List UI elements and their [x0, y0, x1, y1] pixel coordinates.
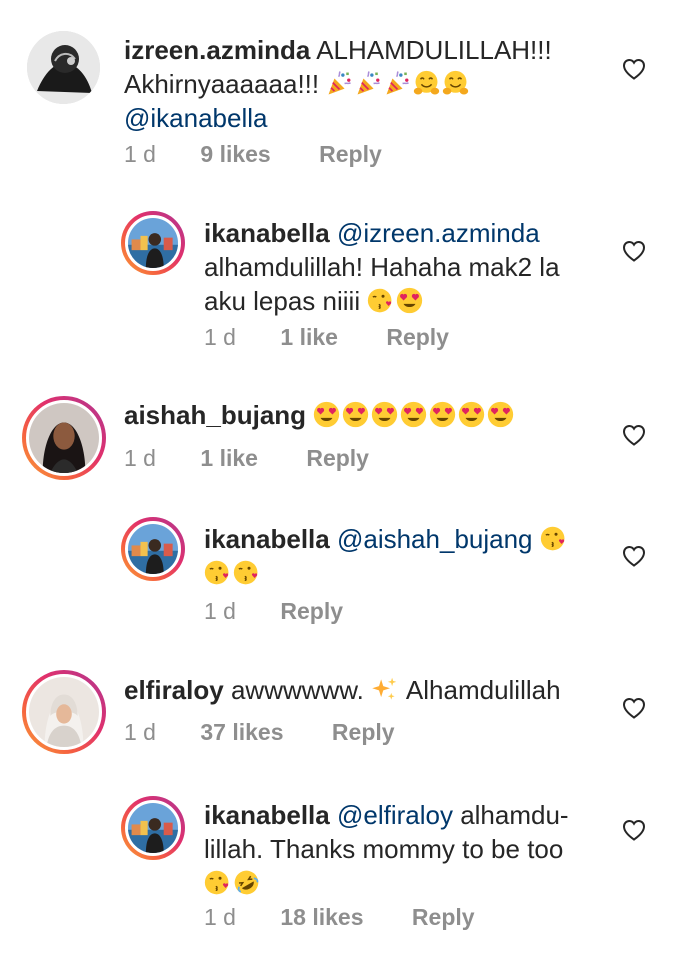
- comment-body: awwwwww.: [230, 675, 364, 705]
- mention-link[interactable]: @izreen.azminda: [337, 218, 540, 248]
- comment-meta: 1 d 1 like Reply: [204, 324, 449, 351]
- username[interactable]: aishah_bujang: [124, 400, 306, 430]
- comment-body-line2: aku lepas niiii: [204, 286, 361, 316]
- party-popper-icon: [355, 70, 382, 97]
- mention-link[interactable]: @ikanabella: [124, 103, 267, 133]
- like-heart-icon[interactable]: [622, 819, 646, 841]
- sparkles-icon: [371, 676, 398, 703]
- avatar[interactable]: [22, 396, 106, 480]
- username[interactable]: ikanabella: [204, 524, 330, 554]
- kissing-heart-icon: [204, 559, 231, 586]
- comment-text: ikanabella @izreen.azminda alhamdulillah…: [204, 216, 624, 318]
- comment-text: ikanabella @aishah_bujang: [204, 522, 624, 590]
- reply-button[interactable]: Reply: [280, 598, 343, 625]
- avatar[interactable]: [121, 796, 185, 860]
- hugging-face-icon: [413, 70, 440, 97]
- mention-link[interactable]: @elfiraloy: [337, 800, 453, 830]
- heart-eyes-icon: [400, 401, 427, 428]
- mention-link[interactable]: @aishah_bujang: [337, 524, 533, 554]
- heart-eyes-icon: [342, 401, 369, 428]
- likes-count[interactable]: 1 like: [200, 445, 258, 472]
- reply-button[interactable]: Reply: [306, 445, 369, 472]
- heart-eyes-icon: [429, 401, 456, 428]
- likes-count[interactable]: 18 likes: [280, 904, 363, 931]
- like-heart-icon[interactable]: [622, 424, 646, 446]
- like-heart-icon[interactable]: [622, 58, 646, 80]
- timestamp: 1 d: [124, 141, 156, 167]
- like-heart-icon[interactable]: [622, 545, 646, 567]
- reply-button[interactable]: Reply: [386, 324, 449, 351]
- hugging-face-icon: [442, 70, 469, 97]
- kissing-heart-icon: [540, 525, 567, 552]
- comment-body: ALHAMDULILLAH!!!: [316, 35, 552, 65]
- avatar[interactable]: [22, 670, 106, 754]
- username[interactable]: izreen.azminda: [124, 35, 310, 65]
- comment-body: alhamdu-: [460, 800, 569, 830]
- party-popper-icon: [326, 70, 353, 97]
- comment-body-line2: lillah. Thanks mommy to be too: [204, 834, 564, 864]
- comment-meta: 1 d 18 likes Reply: [204, 904, 475, 931]
- comment-text: aishah_bujang: [124, 398, 624, 432]
- comment-body-line2: Akhirnyaaaaaa!!!: [124, 69, 320, 99]
- avatar[interactable]: [121, 517, 185, 581]
- timestamp: 1 d: [204, 598, 236, 624]
- party-popper-icon: [384, 70, 411, 97]
- likes-count[interactable]: 9 likes: [200, 141, 270, 168]
- heart-eyes-icon: [371, 401, 398, 428]
- likes-count[interactable]: 37 likes: [200, 719, 283, 746]
- timestamp: 1 d: [204, 904, 236, 930]
- heart-eyes-icon: [458, 401, 485, 428]
- reply-button[interactable]: Reply: [412, 904, 475, 931]
- like-heart-icon[interactable]: [622, 697, 646, 719]
- kissing-heart-icon: [233, 559, 260, 586]
- reply-button[interactable]: Reply: [319, 141, 382, 168]
- rolling-laughing-icon: [233, 869, 260, 896]
- comment-text: izreen.azminda ALHAMDULILLAH!!! Akhirnya…: [124, 33, 624, 135]
- comment-meta: 1 d 1 like Reply: [124, 445, 369, 472]
- heart-eyes-icon: [396, 287, 423, 314]
- username[interactable]: ikanabella: [204, 800, 330, 830]
- comment-text: ikanabella @elfiraloy alhamdu- lillah. T…: [204, 798, 624, 900]
- kissing-heart-icon: [204, 869, 231, 896]
- avatar[interactable]: [27, 31, 100, 104]
- likes-count[interactable]: 1 like: [280, 324, 338, 351]
- avatar[interactable]: [121, 211, 185, 275]
- comment-body-2: Alhamdulillah: [405, 675, 561, 705]
- heart-eyes-icon: [487, 401, 514, 428]
- timestamp: 1 d: [124, 719, 156, 745]
- username[interactable]: ikanabella: [204, 218, 330, 248]
- comment-meta: 1 d 37 likes Reply: [124, 719, 395, 746]
- heart-eyes-icon: [313, 401, 340, 428]
- comment-meta: 1 d Reply: [204, 598, 343, 625]
- like-heart-icon[interactable]: [622, 240, 646, 262]
- username[interactable]: elfiraloy: [124, 675, 224, 705]
- reply-button[interactable]: Reply: [332, 719, 395, 746]
- timestamp: 1 d: [124, 445, 156, 471]
- comment-meta: 1 d 9 likes Reply: [124, 141, 382, 168]
- comment-body: alhamdulillah! Hahaha mak2 la: [204, 252, 560, 282]
- timestamp: 1 d: [204, 324, 236, 350]
- kissing-heart-icon: [367, 287, 394, 314]
- comment-text: elfiraloy awwwwww. Alhamdulillah: [124, 673, 624, 707]
